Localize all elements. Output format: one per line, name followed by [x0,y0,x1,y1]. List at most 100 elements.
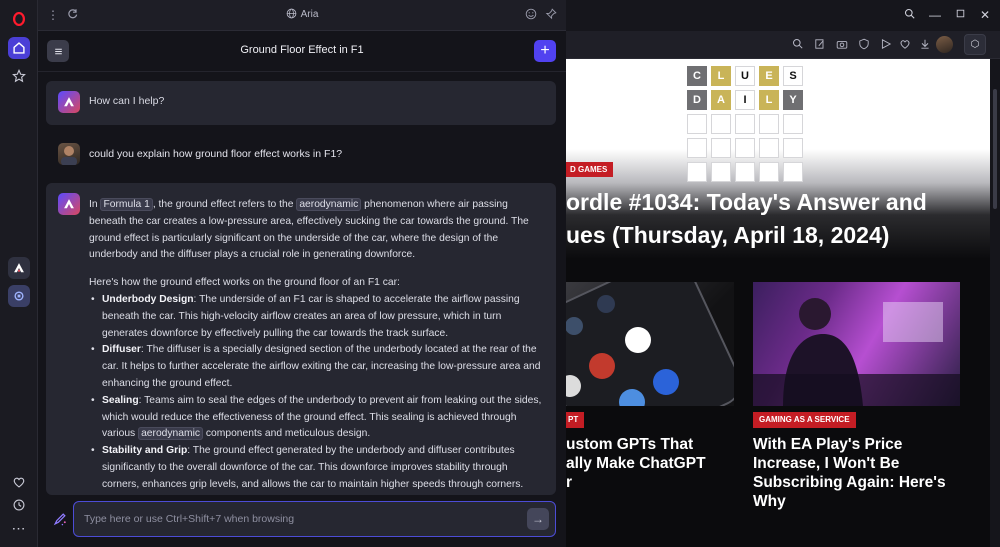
aria-panel: ⋮ Aria Ground Floor Effect in F1 + How c… [38,0,566,547]
hero-headline-line-1: ordle #1034: Today's Answer and [566,189,927,215]
aerodynamic-link[interactable]: aerodynamic [296,198,362,211]
card-image-gamer[interactable] [753,282,960,406]
grid-cell: L [711,66,731,86]
item-title: Diffuser [102,344,141,356]
grid-cell [735,138,755,158]
aria-icon[interactable] [8,257,30,279]
grid-cell [711,138,731,158]
gx-icon[interactable] [8,285,30,307]
more-icon[interactable]: ⋯ [8,517,30,539]
grid-cell: I [735,90,755,110]
aria-greeting-message: How can I help? [46,81,556,125]
pin-icon[interactable] [544,8,558,22]
send-button[interactable]: → [527,508,549,530]
answer-intro-mid: , the ground effect refers to the [152,199,294,210]
user-question-text: could you explain how ground floor effec… [89,148,343,160]
minimize-icon[interactable]: — [928,8,942,22]
aria-panel-title: Aria [38,8,566,20]
aria-avatar-icon [58,91,80,113]
heart-icon[interactable] [898,38,911,51]
grid-cell [783,138,803,158]
star-icon[interactable] [8,65,30,87]
answer-list: Underbody Design: The underside of an F1… [89,292,542,494]
grid-cell [735,114,755,134]
chat-header: Ground Floor Effect in F1 + [38,31,566,72]
zoom-icon[interactable] [791,38,804,51]
grid-cell [687,114,707,134]
grid-cell [711,114,731,134]
grid-cell: Y [783,90,803,110]
grid-cell: S [783,66,803,86]
chat-input[interactable] [84,511,504,527]
user-avatar [58,143,80,165]
grid-cell [759,114,779,134]
grid-cell [711,162,731,182]
answer-intro: In Formula 1, the ground effect refers t… [89,197,542,264]
download-icon[interactable] [918,38,931,51]
grid-cell: L [759,90,779,110]
grid-cell [759,162,779,182]
list-item: Sealing: Teams aim to seal the edges of … [89,393,542,443]
browser-toolbar: ⬡ [566,31,1000,59]
aria-answer-message: In Formula 1, the ground effect refers t… [46,183,556,495]
aerodynamic-link[interactable]: aerodynamic [138,427,204,441]
globe-icon [286,8,296,19]
shield-icon[interactable] [857,38,870,51]
card-right-badge[interactable]: GAMING AS A SERVICE [753,412,856,428]
send-arrow-icon[interactable] [879,38,892,51]
item-text: : The diffuser is a specially designed s… [102,344,541,389]
maximize-icon[interactable] [953,8,967,22]
grid-cell: A [711,90,731,110]
opera-logo-icon[interactable] [8,8,30,30]
grid-cell [735,162,755,182]
new-chat-button[interactable]: + [534,40,556,62]
aria-title-text: Aria [300,9,319,20]
extensions-cube-icon[interactable]: ⬡ [964,34,986,55]
formula1-link[interactable]: Formula 1 [100,198,153,211]
grid-cell [783,114,803,134]
card-image-phone[interactable] [566,282,734,406]
hero-category-badge[interactable]: D GAMES [566,162,614,177]
scrollbar-thumb[interactable] [993,89,997,209]
camera-icon[interactable] [835,38,848,51]
list-item: Stability and Grip: The ground effect ge… [89,443,542,493]
grid-cell: U [735,66,755,86]
history-icon[interactable] [8,494,30,516]
composer: → [38,497,566,547]
answer-intro-pre: In [89,199,98,210]
item-title: Sealing [102,394,139,406]
hero-headline-line-2: ues (Thursday, April 18, 2024) [566,222,890,248]
compose-pen-icon[interactable] [52,511,68,527]
card-left-headline[interactable]: ustom GPTs That ally Make ChatGPT r [566,435,736,492]
answer-lead: Here's how the ground effect works on th… [89,277,400,289]
emoji-icon[interactable] [524,8,538,22]
page-scrollbar[interactable] [990,59,1000,547]
list-item: Diffuser: The diffuser is a specially de… [89,342,542,392]
chat-input-box: → [73,501,556,537]
close-icon[interactable]: ✕ [978,8,992,22]
user-message: could you explain how ground floor effec… [46,140,556,174]
hero-headline[interactable]: ordle #1034: Today's Answer and ues (Thu… [566,186,986,252]
item-text: components and meticulous design. [205,428,371,440]
aria-topbar: ⋮ Aria [38,0,566,31]
greeting-text: How can I help? [89,95,165,107]
card-left-badge[interactable]: PT [566,412,585,428]
grid-cell [783,162,803,182]
edit-icon[interactable] [813,38,826,51]
grid-cell: D [687,90,707,110]
home-icon[interactable] [8,37,30,59]
aria-avatar-icon [58,193,80,215]
item-title: Stability and Grip [102,445,188,457]
browser-window: — ✕ ⬡ C L U E S D A I L Y D GAMES ordle … [566,0,1000,547]
grid-cell [687,162,707,182]
grid-cell: C [687,66,707,86]
window-titlebar: — ✕ [566,0,1000,31]
heart-icon[interactable] [8,471,30,493]
search-icon[interactable] [903,8,917,22]
profile-avatar[interactable] [936,36,953,53]
item-title: Underbody Design [102,293,194,305]
answer-body: In Formula 1, the ground effect refers t… [89,197,542,494]
grid-cell: E [759,66,779,86]
hero-image[interactable]: C L U E S D A I L Y D GAMES ordle #1034:… [566,59,990,259]
card-right-headline[interactable]: With EA Play's Price Increase, I Won't B… [753,435,973,511]
